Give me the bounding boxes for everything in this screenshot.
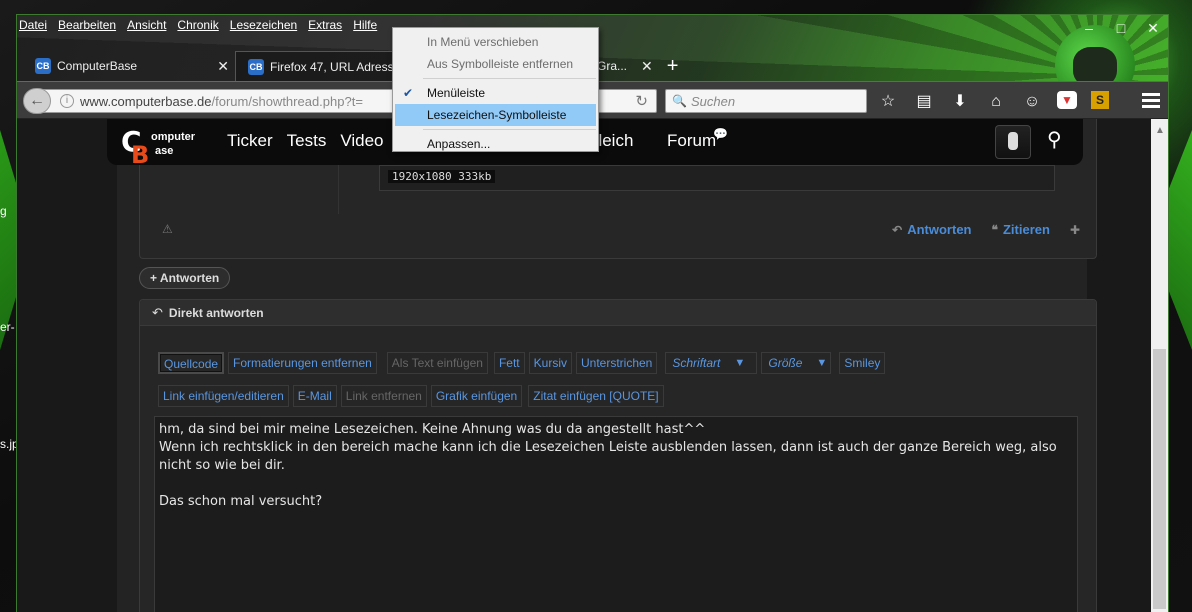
quote-link[interactable]: ❝ Zitieren <box>992 222 1050 237</box>
site-nav-links: Ticker Tests Video <box>227 131 384 151</box>
new-tab-plus-icon[interactable]: + <box>667 55 679 78</box>
ctx-move-to-menu[interactable]: In Menü verschieben <box>393 31 598 53</box>
tab-computerbase[interactable]: CB ComputerBase ✕ <box>23 51 235 81</box>
menu-chronik[interactable]: Chronik <box>177 18 218 36</box>
dropdown-arrow-icon: ▼ <box>816 357 828 369</box>
italic-button[interactable]: Kursiv <box>528 352 572 374</box>
quote-icon: ❝ <box>991 222 998 237</box>
paste-as-text-button[interactable]: Als Text einfügen <box>386 352 488 374</box>
smiley-button[interactable]: Smiley <box>839 352 886 374</box>
nav-ticker[interactable]: Ticker <box>227 131 273 151</box>
page-scrollbar[interactable]: ▲ <box>1151 119 1168 612</box>
minimize-button[interactable]: – <box>1082 21 1096 35</box>
desktop-wallpaper-stripe <box>1166 130 1192 350</box>
pocket-icon[interactable]: ▼ <box>1057 91 1077 109</box>
insert-image-button[interactable]: Grafik einfügen <box>430 385 523 407</box>
tab-title: Firefox 47, URL Adressl <box>270 59 397 74</box>
answer-link[interactable]: ↶ Antworten <box>892 222 971 237</box>
menu-bar: Datei Bearbeiten Ansicht Chronik Lesezei… <box>19 18 377 36</box>
site-search-icon[interactable]: ⚲ <box>1047 127 1062 152</box>
menu-datei[interactable]: Datei <box>19 18 47 36</box>
close-button[interactable]: ✕ <box>1146 21 1160 35</box>
tab-third[interactable]: -Gra... ✕ + <box>593 51 678 81</box>
back-arrow-icon[interactable]: ← <box>23 88 51 114</box>
direct-reply-title: Direkt antworten <box>168 305 264 320</box>
ctx-remove-from-toolbar[interactable]: Aus Symbolleiste entfernen <box>393 53 598 75</box>
info-icon[interactable]: i <box>60 94 74 108</box>
menu-ansicht[interactable]: Ansicht <box>127 18 166 36</box>
window-controls: – □ ✕ <box>1082 21 1160 35</box>
remove-formatting-button[interactable]: Formatierungen entfernen <box>228 352 377 374</box>
url-host: www.computerbase.de <box>80 93 212 109</box>
avatar[interactable] <box>995 125 1031 159</box>
check-icon: ✔ <box>403 86 414 100</box>
font-family-select[interactable]: Schriftart ▼ <box>665 352 758 374</box>
home-icon[interactable]: ⌂ <box>985 91 1007 113</box>
hamburger-menu-icon[interactable] <box>1142 93 1160 111</box>
search-placeholder: Suchen <box>690 93 736 109</box>
page-content: ⚠ ↶ Antworten ❝ Zitieren ✚ C B omputer a… <box>17 119 1151 612</box>
search-icon: 🔍 <box>672 94 687 108</box>
editor-toolbar-row-2: Link einfügen/editieren E-Mail Link entf… <box>158 385 664 407</box>
reading-list-icon[interactable]: ▤ <box>913 91 935 113</box>
computerbase-favicon-icon: CB <box>35 58 51 74</box>
insert-link-button[interactable]: Link einfügen/editieren <box>158 385 289 407</box>
ctx-menu-bar[interactable]: ✔ Menüleiste <box>393 82 598 104</box>
desktop-icon-label[interactable]: er- <box>0 320 15 334</box>
download-icon[interactable]: ⬇ <box>949 91 971 113</box>
multi-quote-icon[interactable]: ✚ <box>1070 223 1080 237</box>
editor-toolbar-row-1: Quellcode Formatierungen entfernen Als T… <box>158 352 886 374</box>
reply-arrow-icon: ↶ <box>892 222 903 237</box>
reply-textarea[interactable]: hm, da sind bei mir meine Lesezeichen. K… <box>154 416 1078 612</box>
extension-icon[interactable]: S <box>1091 91 1109 109</box>
remove-link-button[interactable]: Link entfernen <box>340 385 427 407</box>
chat-bubble-icon: 💬 <box>713 127 728 141</box>
tab-close-icon[interactable]: ✕ <box>641 58 653 75</box>
star-icon[interactable]: ☆ <box>877 91 899 113</box>
nav-videos[interactable]: Video <box>340 131 383 151</box>
url-path: /forum/showthread.php?t= <box>211 93 363 109</box>
scroll-up-arrow-icon[interactable]: ▲ <box>1155 125 1165 136</box>
menu-extras[interactable]: Extras <box>308 18 342 36</box>
tab-title: ComputerBase <box>57 59 138 73</box>
tab-close-icon[interactable]: ✕ <box>217 58 229 75</box>
email-button[interactable]: E-Mail <box>292 385 337 407</box>
search-input[interactable]: 🔍 Suchen <box>665 89 867 113</box>
reply-button[interactable]: + Antworten <box>139 267 231 289</box>
ctx-customize[interactable]: Anpassen... <box>393 133 598 155</box>
direct-reply-header: ↶ Direkt antworten <box>140 300 1096 326</box>
direct-reply-panel: ↶ Direkt antworten Quellcode Formatierun… <box>139 299 1097 612</box>
ctx-bookmarks-toolbar[interactable]: Lesezeichen-Symbolleiste <box>395 104 596 126</box>
scrollbar-thumb[interactable] <box>1153 349 1166 609</box>
menu-hilfe[interactable]: Hilfe <box>353 18 377 36</box>
bold-button[interactable]: Fett <box>493 352 525 374</box>
image-info: 1920x1080 333kb <box>388 170 496 183</box>
attached-image[interactable]: 1920x1080 333kb <box>379 165 1055 191</box>
computerbase-logo[interactable]: C B omputer ase <box>121 125 195 169</box>
toolbar-context-menu: In Menü verschieben Aus Symbolleiste ent… <box>392 27 599 152</box>
insert-quote-button[interactable]: Zitat einfügen [QUOTE] <box>528 385 664 407</box>
reload-icon[interactable]: ↻ <box>635 92 648 110</box>
menu-bearbeiten[interactable]: Bearbeiten <box>58 18 116 36</box>
tab-strip: CB ComputerBase ✕ CB Firefox 47, URL Adr… <box>23 51 447 81</box>
desktop-icon-label[interactable]: g <box>0 204 7 218</box>
emoji-icon[interactable]: ☺ <box>1021 91 1043 113</box>
reply-arrow-icon: ↶ <box>152 304 163 320</box>
dropdown-arrow-icon: ▼ <box>734 357 746 369</box>
menu-lesezeichen[interactable]: Lesezeichen <box>230 18 297 36</box>
underline-button[interactable]: Unterstrichen <box>575 352 658 374</box>
source-code-button[interactable]: Quellcode <box>158 352 225 374</box>
computerbase-favicon-icon: CB <box>248 59 264 75</box>
nav-forum[interactable]: Forum <box>667 131 716 151</box>
post-actions: ↶ Antworten ❝ Zitieren ✚ <box>892 222 1080 237</box>
maximize-button[interactable]: □ <box>1114 21 1128 35</box>
warning-icon[interactable]: ⚠ <box>162 222 173 236</box>
font-size-select[interactable]: Größe ▼ <box>761 352 832 374</box>
nav-tests[interactable]: Tests <box>287 131 327 151</box>
toolbar-icons: ☆ ▤ ⬇ ⌂ ☺ ▼ S <box>877 91 1109 113</box>
